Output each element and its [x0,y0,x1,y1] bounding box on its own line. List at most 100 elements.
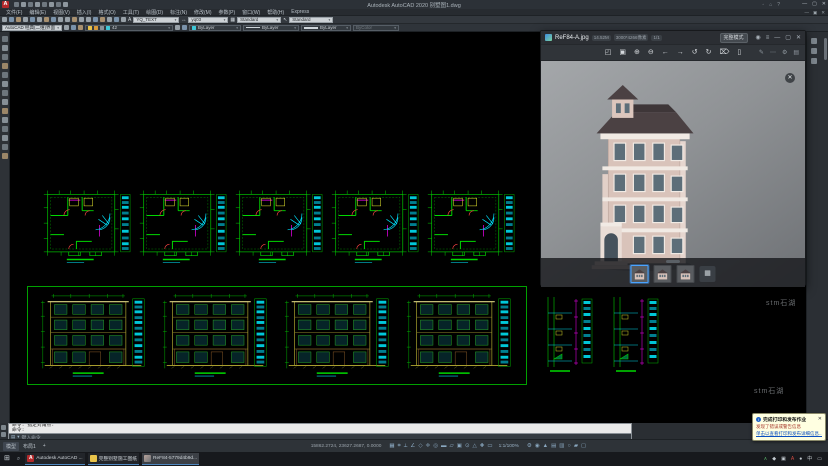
status-right-icon[interactable]: ▤ [551,440,556,452]
start-button[interactable]: ⊞ [2,452,12,466]
status-toggle-icon[interactable]: ▦ [389,440,394,452]
qat-icon[interactable] [42,2,47,7]
color-dropdown[interactable]: ByLayer ▾ [189,25,241,31]
qat-icon[interactable] [49,2,54,7]
toolbar-icon[interactable] [78,25,83,30]
taskbar-item[interactable]: Autodesk AutoCAD ... [25,453,84,465]
window-control-button[interactable]: ▢ [812,0,817,9]
viewer-titlebar-icon[interactable]: ≡ [766,32,770,44]
layer-lock-icon[interactable] [100,26,104,30]
floor-plan-drawing[interactable] [328,186,420,266]
viewer-tool-icon[interactable]: ▤ [793,46,799,60]
window-control-button[interactable]: — [802,0,807,9]
section-drawing[interactable] [538,291,596,377]
status-right-icon[interactable]: ▲ [543,440,548,452]
menu-item[interactable]: 帮助(H) [267,9,284,16]
draw-tool-icon[interactable] [2,153,8,159]
draw-tool-icon[interactable] [2,54,8,60]
toolbar-icon[interactable] [30,17,35,22]
layout-tab[interactable]: 布局1 [20,442,39,451]
toolbar-icon[interactable] [2,17,7,22]
qat-icon[interactable] [63,2,68,7]
viewer-tool-icon[interactable]: ← [662,46,669,60]
tray-icon[interactable]: A [791,452,794,466]
strip-handle[interactable] [666,260,680,263]
menu-item[interactable]: 视图(V) [53,9,70,16]
window-control-button[interactable]: ✕ [822,0,826,9]
toolbar-icon[interactable] [64,25,69,30]
viewer-tool-icon[interactable]: ✎ [759,46,764,60]
toolbar-icon[interactable] [175,25,180,30]
status-toggle-icon[interactable]: △ [473,440,477,452]
status-toggle-icon[interactable]: ▱ [450,440,454,452]
menu-item[interactable]: 窗口(W) [242,9,260,16]
doc-control-button[interactable]: — [804,10,809,16]
toolbar-icon[interactable] [100,17,105,22]
toolbar-icon[interactable] [114,17,119,22]
tray-icon[interactable]: ▭ [817,452,822,466]
menu-item[interactable]: 编辑(E) [29,9,46,16]
text-style-dropdown[interactable]: YQ_TEXT▾ [133,17,179,23]
status-toggle-icon[interactable]: ▬ [441,440,447,452]
viewer-tool-icon[interactable]: ↺ [692,46,698,60]
layout-tab[interactable]: + [40,442,49,451]
viewer-titlebar-icon[interactable]: — [774,32,780,44]
toolbar-icon[interactable] [44,17,49,22]
viewer-tool-icon[interactable]: ⊖ [648,46,654,60]
toolbar-icon[interactable] [9,17,14,22]
layer-dropdown[interactable]: 42 ▾ [85,25,173,31]
status-right-icon[interactable]: ⚙ [527,440,532,452]
qat-icon[interactable] [21,2,26,7]
qat-icon[interactable] [28,2,33,7]
draw-tool-icon[interactable] [2,144,8,150]
floor-plan-drawing[interactable] [232,186,324,266]
menu-item[interactable]: 标注(N) [170,9,187,16]
status-toggle-icon[interactable]: ▣ [457,440,462,452]
draw-tool-icon[interactable] [2,72,8,78]
image-thumbnail[interactable] [677,265,695,283]
status-toggle-icon[interactable]: ✚ [480,440,485,452]
viewer-titlebar-icon[interactable]: ◉ [756,32,761,44]
status-toggle-icon[interactable]: ◎ [433,440,438,452]
toolbar-icon[interactable] [93,17,98,22]
full-mode-button[interactable]: 完整模式 [720,33,748,43]
draw-tool-icon[interactable] [2,45,8,51]
draw-tool-icon[interactable] [2,90,8,96]
menu-item[interactable]: 文件(F) [6,9,22,16]
section-drawing[interactable] [604,291,662,377]
draw-tool-icon[interactable] [2,126,8,132]
qat-icon[interactable] [14,2,19,7]
viewer-tool-icon[interactable]: → [677,46,684,60]
layout-tab[interactable]: 模型 [3,442,19,451]
draw-tool-icon[interactable] [2,108,8,114]
toolbar-icon[interactable] [107,17,112,22]
draw-tool-icon[interactable] [2,99,8,105]
elevation-drawing[interactable] [282,291,394,380]
scrollbar-thumb[interactable] [824,38,827,60]
dock-icon[interactable] [811,48,817,54]
floor-plan-drawing[interactable] [136,186,228,266]
taskbar-item[interactable]: 完整别墅施工图纸 [88,453,139,465]
elevation-drawing[interactable] [404,291,516,380]
layer-on-icon[interactable] [88,26,92,30]
tray-icon[interactable]: ∧ [764,452,768,466]
draw-tool-icon[interactable] [2,117,8,123]
linetype-dropdown[interactable]: ByLayer ▾ [243,25,299,31]
viewer-tool-icon[interactable]: ⚙ [782,46,787,60]
viewer-tool-icon[interactable]: ▯ [737,46,741,60]
status-right-icon[interactable]: ○ [567,440,570,452]
mleader-style-dropdown[interactable]: Standard▾ [289,17,333,23]
status-toggle-icon[interactable]: ∠ [410,440,415,452]
qat-icon[interactable] [35,2,40,7]
toolbar-icon[interactable] [71,25,76,30]
toolbar-icon[interactable] [16,17,21,22]
viewer-tool-icon[interactable]: ▣ [619,46,626,60]
toolbar-icon[interactable] [65,17,70,22]
status-right-icon[interactable]: ▰ [574,440,578,452]
viewer-tool-icon[interactable]: ⋯ [770,46,776,60]
viewer-tool-icon[interactable]: ◰ [605,46,612,60]
toolbar-icon[interactable] [182,25,187,30]
image-view-area[interactable]: ✕ [541,61,805,287]
menu-item[interactable]: Express [291,9,309,15]
dock-icon[interactable] [811,58,817,64]
